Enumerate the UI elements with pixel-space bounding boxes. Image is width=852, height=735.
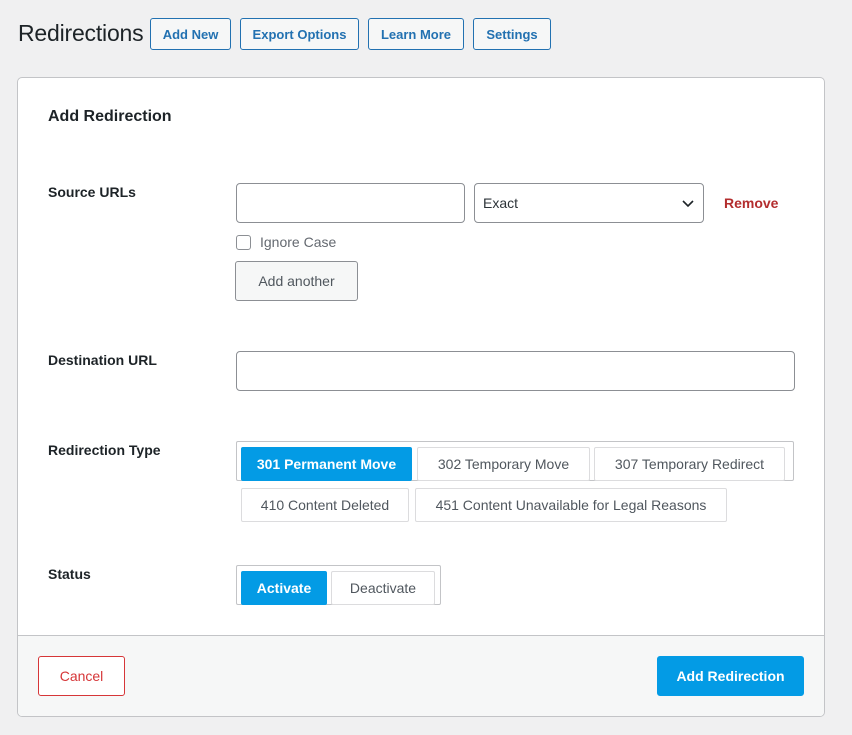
add-redirection-button[interactable]: Add Redirection bbox=[657, 656, 804, 696]
learn-more-button[interactable]: Learn More bbox=[368, 18, 464, 50]
status-label: Status bbox=[48, 566, 91, 582]
destination-url-label: Destination URL bbox=[48, 352, 157, 368]
source-urls-label: Source URLs bbox=[48, 184, 136, 200]
status-deactivate[interactable]: Deactivate bbox=[331, 571, 435, 605]
card-footer: Cancel Add Redirection bbox=[18, 635, 824, 716]
redirection-type-label: Redirection Type bbox=[48, 442, 161, 458]
cancel-button[interactable]: Cancel bbox=[38, 656, 125, 696]
settings-button[interactable]: Settings bbox=[473, 18, 551, 50]
type-option-302[interactable]: 302 Temporary Move bbox=[417, 447, 590, 481]
add-redirection-card: Add Redirection Source URLs Exact Remove… bbox=[17, 77, 825, 717]
type-option-410[interactable]: 410 Content Deleted bbox=[241, 488, 409, 522]
destination-url-input[interactable] bbox=[236, 351, 795, 391]
chevron-down-icon bbox=[682, 200, 694, 208]
type-option-451[interactable]: 451 Content Unavailable for Legal Reason… bbox=[415, 488, 727, 522]
add-another-button[interactable]: Add another bbox=[235, 261, 358, 301]
ignore-case-option[interactable]: Ignore Case bbox=[236, 234, 336, 250]
source-url-input[interactable] bbox=[236, 183, 465, 223]
export-options-button[interactable]: Export Options bbox=[240, 18, 359, 50]
match-type-value: Exact bbox=[483, 195, 519, 211]
type-option-307[interactable]: 307 Temporary Redirect bbox=[594, 447, 785, 481]
page-title: Redirections bbox=[18, 20, 144, 46]
type-option-301[interactable]: 301 Permanent Move bbox=[241, 447, 412, 481]
ignore-case-label: Ignore Case bbox=[260, 234, 337, 250]
match-type-select[interactable]: Exact bbox=[474, 183, 704, 223]
ignore-case-checkbox[interactable] bbox=[236, 234, 251, 250]
status-activate[interactable]: Activate bbox=[241, 571, 327, 605]
remove-source-link[interactable]: Remove bbox=[724, 195, 778, 211]
add-new-button[interactable]: Add New bbox=[150, 18, 231, 50]
card-title: Add Redirection bbox=[48, 108, 172, 125]
